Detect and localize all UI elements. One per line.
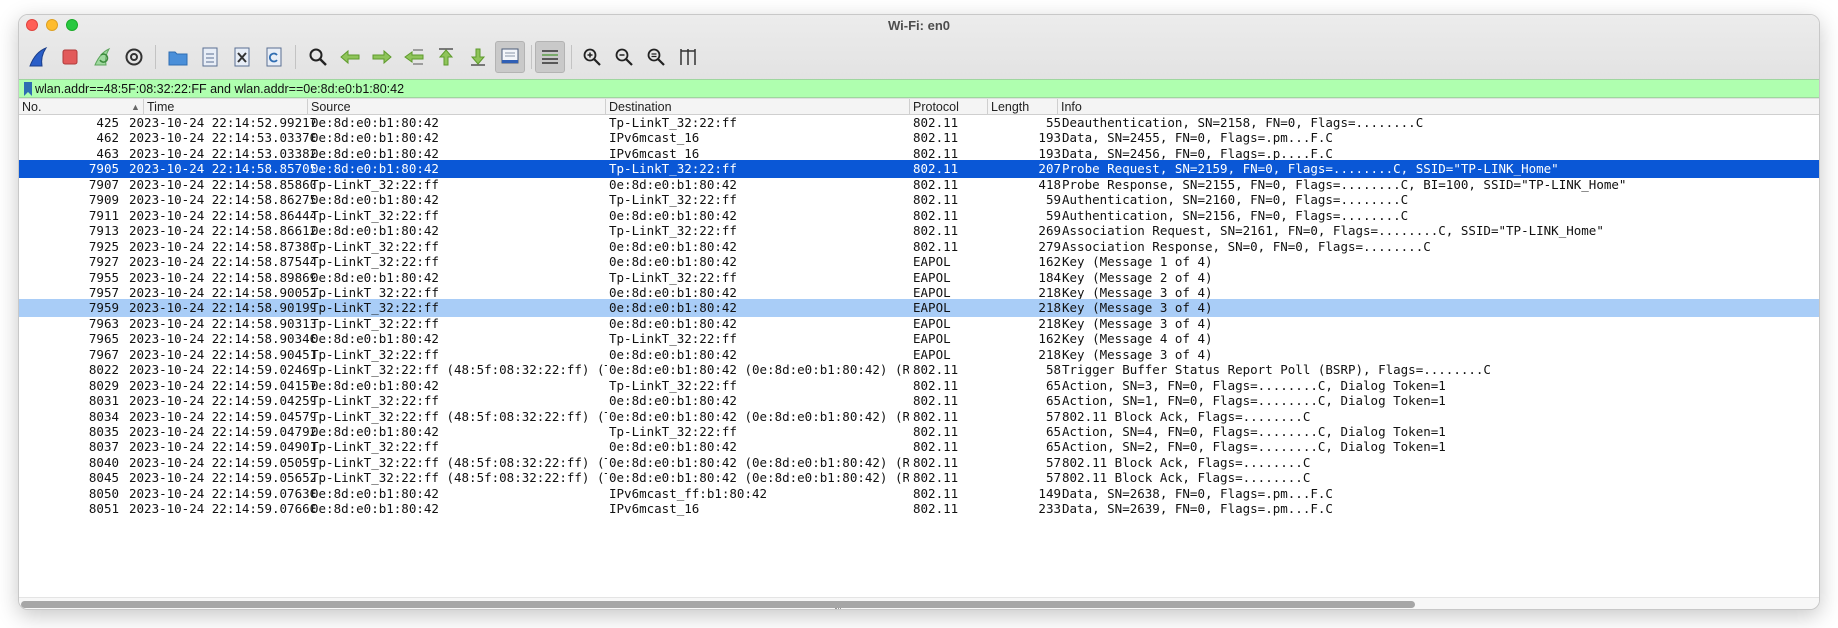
column-header-no[interactable]: No.	[19, 99, 125, 115]
zoom-out-button[interactable]	[609, 41, 639, 73]
arrow-right-icon	[372, 49, 392, 65]
column-header-length[interactable]: Length	[987, 99, 1057, 115]
stop-icon	[62, 49, 78, 65]
arrow-left-icon	[340, 49, 360, 65]
column-header-protocol[interactable]: Protocol	[909, 99, 987, 115]
find-packet-button[interactable]	[303, 41, 333, 73]
save-file-button[interactable]	[195, 41, 225, 73]
auto-scroll-icon	[501, 48, 519, 64]
sort-ascending-icon: ▲	[131, 102, 140, 112]
shark-fin-icon	[29, 46, 48, 67]
start-capture-button[interactable]	[23, 41, 53, 73]
bookmark-icon[interactable]	[21, 81, 35, 97]
normal-size-icon	[647, 48, 665, 66]
last-packet-icon	[470, 48, 486, 66]
resize-columns-icon	[680, 49, 696, 65]
stop-capture-button[interactable]	[55, 41, 85, 73]
display-filter-input[interactable]: wlan.addr==48:5F:08:32:22:FF and wlan.ad…	[35, 81, 1815, 97]
auto-scroll-button[interactable]	[495, 41, 525, 73]
last-packet-button[interactable]	[463, 41, 493, 73]
reload-file-button[interactable]	[259, 41, 289, 73]
reload-icon	[266, 47, 282, 67]
pane-splitter-grip[interactable]	[835, 608, 841, 609]
horizontal-scrollbar[interactable]	[19, 597, 1819, 609]
normal-size-button[interactable]	[641, 41, 671, 73]
packet-source: 0e:8d:e0:b1:80:42	[311, 501, 439, 517]
packet-row[interactable]: 8051 2023-10-24 22:14:59.076609 0e:8d:e0:b…	[19, 500, 1819, 518]
packet-list: 425 2023-10-24 22:14:52.992176 0e:8d:e0:b1…	[19, 115, 1819, 599]
zoom-in-icon	[583, 48, 601, 66]
title-bar: Wi-Fi: en0 wlan.addr==48:5F:08:32:22:FF …	[19, 15, 1819, 115]
capture-options-button[interactable]	[119, 41, 149, 73]
first-packet-button[interactable]	[431, 41, 461, 73]
restart-capture-button[interactable]	[87, 41, 117, 73]
colorize-icon	[542, 50, 558, 64]
first-packet-icon	[438, 48, 454, 66]
display-filter-bar: wlan.addr==48:5F:08:32:22:FF and wlan.ad…	[19, 79, 1819, 98]
go-back-button[interactable]	[335, 41, 365, 73]
main-toolbar	[19, 41, 1819, 73]
wireshark-window: Wi-Fi: en0 wlan.addr==48:5F:08:32:22:FF …	[18, 14, 1820, 610]
close-file-button[interactable]	[227, 41, 257, 73]
folder-icon	[168, 51, 188, 66]
column-header-source[interactable]: Source	[307, 99, 605, 115]
column-header-time[interactable]: Time	[143, 99, 305, 115]
packet-info: Data, SN=2639, FN=0, Flags=.pm...F.C	[1062, 501, 1333, 517]
gear-icon	[125, 48, 143, 66]
save-file-icon	[202, 47, 218, 67]
horizontal-scrollbar-thumb[interactable]	[21, 601, 1415, 608]
column-header-destination[interactable]: Destination	[605, 99, 909, 115]
colorize-button[interactable]	[535, 41, 565, 73]
column-header-info[interactable]: Info	[1057, 99, 1819, 115]
packet-length: 233	[1038, 501, 1061, 517]
search-icon	[309, 48, 327, 66]
go-to-packet-button[interactable]	[399, 41, 429, 73]
packet-destination: IPv6mcast_16	[609, 501, 700, 517]
window-title: Wi-Fi: en0	[888, 18, 950, 33]
zoom-in-button[interactable]	[577, 41, 607, 73]
close-file-icon	[234, 47, 250, 67]
open-file-button[interactable]	[163, 41, 193, 73]
zoom-out-icon	[615, 48, 633, 66]
packet-number: 8051	[88, 501, 119, 517]
go-to-packet-icon	[404, 49, 424, 65]
packet-protocol: 802.11	[913, 501, 959, 517]
packet-list-header: No. ▲ Time Source Destination Protocol L…	[19, 99, 1819, 115]
resize-columns-button[interactable]	[673, 41, 703, 73]
restart-icon	[94, 47, 111, 66]
packet-time: 2023-10-24 22:14:59.076609	[129, 501, 315, 517]
go-forward-button[interactable]	[367, 41, 397, 73]
